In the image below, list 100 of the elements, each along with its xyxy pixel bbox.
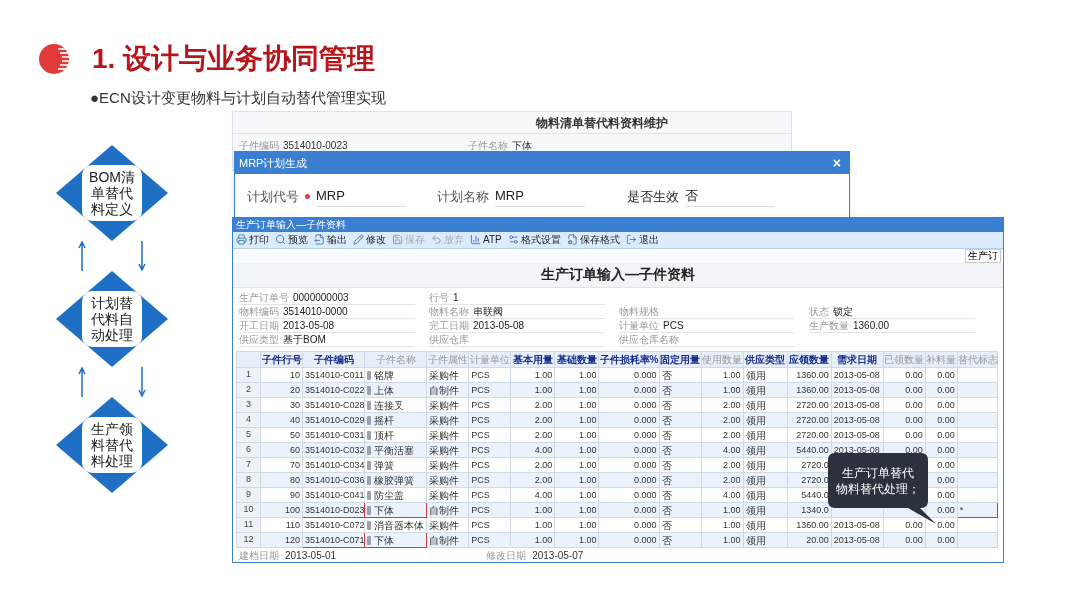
field-label: 子件名称: [467, 139, 508, 153]
table-cell: 2.00: [701, 427, 744, 443]
close-button[interactable]: ×: [828, 156, 845, 170]
table-cell: 10: [260, 367, 303, 383]
table-cell: 0.00: [883, 427, 926, 443]
column-header: 补料量: [925, 351, 958, 368]
table-cell: 2720.00: [787, 412, 832, 428]
table-cell: 领用: [743, 367, 788, 383]
form-heading: 生产订单输入—子件资料: [541, 265, 695, 285]
table-cell: 1360.00: [787, 382, 832, 398]
table-cell: 1.00: [510, 367, 555, 383]
table-cell: 0.00: [883, 382, 926, 398]
table-cell: 1.00: [701, 367, 744, 383]
table-cell: 30: [260, 397, 303, 413]
field-value: 2013-05-08: [283, 319, 335, 332]
table-cell: 2013-05-08: [831, 382, 884, 398]
undo-icon: [431, 234, 442, 246]
table-cell: 领用: [743, 502, 788, 518]
table-cell: 70: [260, 457, 303, 473]
table-cell: 2.00: [510, 412, 555, 428]
table-cell: 否: [659, 397, 702, 413]
field-label: 物料编码: [239, 305, 279, 318]
table-cell: 3514010-C071: [302, 532, 365, 548]
table-cell: 否: [659, 427, 702, 443]
table-cell: 2013-05-08: [831, 427, 884, 443]
table-cell: 采购件: [426, 427, 469, 443]
table-cell: 领用: [743, 457, 788, 473]
table-cell: 采购件: [426, 472, 469, 488]
down-arrow: [138, 367, 146, 397]
toolbar-button[interactable]: 保存格式: [566, 233, 620, 246]
field-value[interactable]: MRP: [495, 186, 585, 207]
callout-text: 生产订单替代: [842, 465, 914, 481]
table-cell: 4.00: [510, 442, 555, 458]
part-name: 顶杆: [374, 429, 395, 441]
table-cell: 1360.00: [787, 517, 832, 533]
table-cell: 否: [659, 517, 702, 533]
table-cell: 采购件: [426, 457, 469, 473]
table-cell: 0.00: [925, 532, 958, 548]
field-value: 2013-05-08: [473, 319, 525, 332]
step-label: BOM清 单替代 料定义: [89, 169, 135, 217]
table-cell: PCS: [468, 517, 511, 533]
table-cell: 采购件: [426, 397, 469, 413]
part-name: 铭牌: [374, 369, 395, 381]
field-value: 0000000003: [293, 291, 349, 304]
column-header: 固定用量: [659, 351, 702, 368]
field-value[interactable]: 否: [685, 186, 775, 207]
toolbar-button[interactable]: 退出: [625, 233, 659, 246]
field-label: 生产数量: [809, 319, 849, 332]
printer-icon: [236, 234, 247, 246]
up-arrow: [78, 367, 86, 397]
table-cell: 领用: [743, 487, 788, 503]
field-label: 物料名称: [429, 305, 469, 318]
table-cell: 2013-05-08: [831, 517, 884, 533]
table-cell: 领用: [743, 532, 788, 548]
part-name: 上体: [374, 384, 395, 396]
table-cell: 1360.00: [787, 367, 832, 383]
field-label: 子件编码: [239, 139, 279, 153]
table-cell: 0.00: [883, 397, 926, 413]
table-cell: 0.000: [598, 457, 659, 473]
table-cell: 80: [260, 472, 303, 488]
part-name: 下体: [374, 534, 395, 546]
column-header: 需求日期: [831, 351, 884, 368]
table-cell: 领用: [743, 412, 788, 428]
toolbar-button[interactable]: ATP: [470, 233, 502, 246]
column-header: 基础数量: [554, 351, 599, 368]
column-header: 子件编码: [302, 351, 365, 368]
toolbar-button[interactable]: 输出: [314, 233, 347, 246]
table-cell: 1.00: [554, 472, 599, 488]
table-cell: 领用: [743, 427, 788, 443]
table-cell: 0.00: [925, 427, 958, 443]
table-cell: PCS: [468, 397, 511, 413]
table-cell: 0.00: [925, 397, 958, 413]
table-cell: 1.00: [554, 502, 599, 518]
column-header: 已领数量: [883, 351, 926, 368]
toolbar-button[interactable]: 预览: [275, 233, 308, 246]
toolbar-button[interactable]: 格式设置: [507, 233, 561, 246]
table-cell: 2.00: [701, 397, 744, 413]
table-cell: 领用: [743, 472, 788, 488]
table-cell: 否: [659, 502, 702, 518]
table-cell: 1.00: [554, 367, 599, 383]
callout-text: 物料替代处理；: [836, 481, 920, 497]
table-cell: 2.00: [701, 472, 744, 488]
table-cell: 2720.00: [787, 427, 832, 443]
field-label: 行号: [429, 291, 449, 304]
table-cell: 0.000: [598, 412, 659, 428]
toolbar-button[interactable]: 打印: [236, 233, 269, 246]
exit-icon: [625, 234, 637, 246]
part-name: 摇杆: [374, 414, 395, 426]
part-name: 弹簧: [374, 459, 395, 471]
field-value[interactable]: MRP: [316, 186, 406, 207]
table-cell: 3514010-C028: [302, 397, 365, 413]
field-label: 生产订单号: [239, 291, 289, 304]
field-label: 建档日期: [239, 550, 279, 562]
toolbar-button[interactable]: 修改: [353, 233, 386, 246]
bar-chart-icon: [470, 234, 481, 246]
field-value: 2013-05-07: [532, 550, 584, 562]
table-cell: 0.00: [883, 517, 926, 533]
table-cell: 1.00: [510, 382, 555, 398]
field-label: 计划名称: [437, 187, 489, 206]
file-gear-icon: [566, 234, 578, 246]
